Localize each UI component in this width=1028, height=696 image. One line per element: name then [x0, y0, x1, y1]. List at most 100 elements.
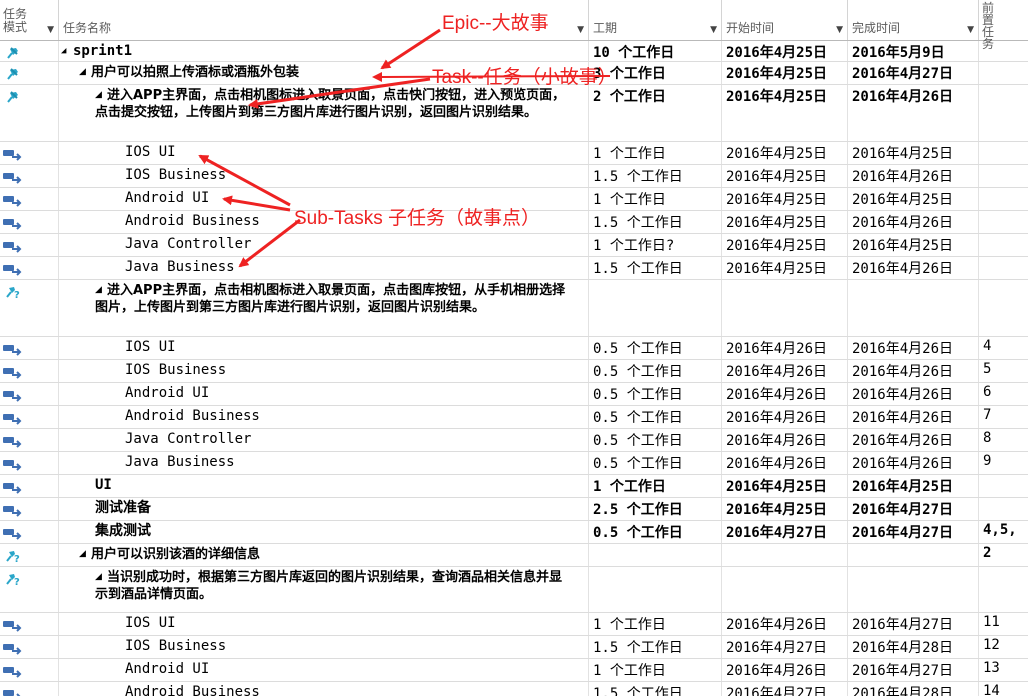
- duration-cell[interactable]: 1.5 个工作日: [589, 682, 722, 696]
- predecessors-cell[interactable]: [979, 41, 1028, 61]
- task-mode-cell[interactable]: [0, 452, 59, 474]
- start-date-cell[interactable]: 2016年4月26日: [722, 659, 848, 681]
- start-date-cell[interactable]: 2016年4月25日: [722, 142, 848, 164]
- task-mode-cell[interactable]: [0, 62, 59, 84]
- dropdown-arrow-icon[interactable]: ▼: [836, 25, 843, 35]
- duration-cell[interactable]: 0.5 个工作日: [589, 383, 722, 405]
- task-name-cell[interactable]: Java Business: [59, 452, 589, 474]
- task-mode-cell[interactable]: [0, 613, 59, 635]
- predecessors-cell[interactable]: [979, 234, 1028, 256]
- task-name-cell[interactable]: ◢ sprint1: [59, 41, 589, 61]
- start-date-cell[interactable]: 2016年4月27日: [722, 521, 848, 543]
- duration-cell[interactable]: 10 个工作日: [589, 41, 722, 61]
- predecessors-cell[interactable]: [979, 280, 1028, 336]
- duration-cell[interactable]: 1 个工作日: [589, 659, 722, 681]
- task-name-cell[interactable]: Android UI: [59, 659, 589, 681]
- predecessors-cell[interactable]: 4: [979, 337, 1028, 359]
- task-name-cell[interactable]: Android Business: [59, 406, 589, 428]
- finish-date-cell[interactable]: 2016年4月26日: [848, 383, 979, 405]
- task-name-cell[interactable]: IOS UI: [59, 142, 589, 164]
- task-mode-cell[interactable]: [0, 475, 59, 497]
- predecessors-cell[interactable]: 7: [979, 406, 1028, 428]
- predecessors-cell[interactable]: 6: [979, 383, 1028, 405]
- duration-cell[interactable]: 1.5 个工作日: [589, 257, 722, 279]
- task-row[interactable]: Android Business 1.5 个工作日 2016年4月27日 2016年4…: [0, 682, 1028, 696]
- predecessors-cell[interactable]: [979, 85, 1028, 141]
- predecessors-cell[interactable]: [979, 567, 1028, 612]
- duration-cell[interactable]: [589, 544, 722, 566]
- task-mode-cell[interactable]: [0, 41, 59, 61]
- task-row[interactable]: Java Business 1.5 个工作日 2016年4月25日 2016年4月26…: [0, 257, 1028, 280]
- start-date-cell[interactable]: 2016年4月25日: [722, 188, 848, 210]
- start-date-cell[interactable]: 2016年4月26日: [722, 613, 848, 635]
- task-mode-cell[interactable]: ?: [0, 567, 59, 612]
- task-mode-cell[interactable]: ?: [0, 280, 59, 336]
- duration-cell[interactable]: 1 个工作日: [589, 475, 722, 497]
- predecessors-cell[interactable]: [979, 165, 1028, 187]
- task-mode-cell[interactable]: [0, 406, 59, 428]
- start-date-cell[interactable]: 2016年4月25日: [722, 62, 848, 84]
- predecessors-cell[interactable]: [979, 188, 1028, 210]
- task-name-cell[interactable]: IOS Business: [59, 165, 589, 187]
- task-row[interactable]: 测试准备 2.5 个工作日 2016年4月25日 2016年4月27日: [0, 498, 1028, 521]
- task-row[interactable]: ? ◢ 进入APP主界面，点击相机图标进入取景页面，点击图库按钮，从手机相册选择图片…: [0, 280, 1028, 337]
- start-date-cell[interactable]: 2016年4月25日: [722, 165, 848, 187]
- finish-date-cell[interactable]: 2016年4月26日: [848, 165, 979, 187]
- duration-cell[interactable]: 1 个工作日?: [589, 234, 722, 256]
- column-header-finish[interactable]: 完成时间 ▼: [848, 0, 979, 40]
- collapse-toggle-icon[interactable]: ◢: [95, 282, 107, 299]
- task-row[interactable]: IOS UI 1 个工作日 2016年4月25日 2016年4月25日: [0, 142, 1028, 165]
- finish-date-cell[interactable]: 2016年4月26日: [848, 429, 979, 451]
- finish-date-cell[interactable]: 2016年4月26日: [848, 85, 979, 141]
- task-name-cell[interactable]: ◢ 进入APP主界面，点击相机图标进入取景页面，点击图库按钮，从手机相册选择图片，…: [59, 280, 589, 336]
- predecessors-cell[interactable]: 8: [979, 429, 1028, 451]
- finish-date-cell[interactable]: 2016年4月26日: [848, 337, 979, 359]
- predecessors-cell[interactable]: [979, 498, 1028, 520]
- dropdown-arrow-icon[interactable]: ▼: [577, 25, 584, 35]
- dropdown-arrow-icon[interactable]: ▼: [967, 25, 974, 35]
- collapse-toggle-icon[interactable]: ◢: [95, 569, 107, 586]
- duration-cell[interactable]: [589, 567, 722, 612]
- finish-date-cell[interactable]: 2016年4月26日: [848, 211, 979, 233]
- finish-date-cell[interactable]: 2016年4月26日: [848, 452, 979, 474]
- column-header-duration[interactable]: 工期 ▼: [589, 0, 722, 40]
- task-row[interactable]: Java Controller 1 个工作日? 2016年4月25日 2016年4月2…: [0, 234, 1028, 257]
- duration-cell[interactable]: 1.5 个工作日: [589, 165, 722, 187]
- finish-date-cell[interactable]: 2016年4月27日: [848, 62, 979, 84]
- task-mode-cell[interactable]: [0, 211, 59, 233]
- task-name-cell[interactable]: 测试准备: [59, 498, 589, 520]
- finish-date-cell[interactable]: 2016年4月25日: [848, 142, 979, 164]
- start-date-cell[interactable]: 2016年4月26日: [722, 406, 848, 428]
- task-name-cell[interactable]: ◢ 当识别成功时，根据第三方图片库返回的图片识别结果，查询酒品相关信息并显示到酒品…: [59, 567, 589, 612]
- task-row[interactable]: IOS UI 0.5 个工作日 2016年4月26日 2016年4月26日 4: [0, 337, 1028, 360]
- start-date-cell[interactable]: [722, 544, 848, 566]
- finish-date-cell[interactable]: 2016年4月26日: [848, 257, 979, 279]
- start-date-cell[interactable]: 2016年4月26日: [722, 337, 848, 359]
- task-mode-cell[interactable]: [0, 337, 59, 359]
- duration-cell[interactable]: 0.5 个工作日: [589, 406, 722, 428]
- task-row[interactable]: 集成测试 0.5 个工作日 2016年4月27日 2016年4月27日 4,5,: [0, 521, 1028, 544]
- task-row[interactable]: IOS UI 1 个工作日 2016年4月26日 2016年4月27日 11: [0, 613, 1028, 636]
- task-row[interactable]: ? ◢ 当识别成功时，根据第三方图片库返回的图片识别结果，查询酒品相关信息并显示到酒…: [0, 567, 1028, 613]
- start-date-cell[interactable]: [722, 567, 848, 612]
- task-name-cell[interactable]: Java Controller: [59, 234, 589, 256]
- task-mode-cell[interactable]: [0, 165, 59, 187]
- task-name-cell[interactable]: IOS Business: [59, 360, 589, 382]
- predecessors-cell[interactable]: [979, 142, 1028, 164]
- task-mode-cell[interactable]: [0, 636, 59, 658]
- finish-date-cell[interactable]: [848, 280, 979, 336]
- task-row[interactable]: ◢ sprint1 10 个工作日 2016年4月25日 2016年5月9日: [0, 41, 1028, 62]
- finish-date-cell[interactable]: 2016年4月25日: [848, 234, 979, 256]
- finish-date-cell[interactable]: [848, 567, 979, 612]
- duration-cell[interactable]: 2.5 个工作日: [589, 498, 722, 520]
- task-row[interactable]: ◢ 进入APP主界面，点击相机图标进入取景页面，点击快门按钮，进入预览页面，点击提…: [0, 85, 1028, 142]
- start-date-cell[interactable]: 2016年4月27日: [722, 636, 848, 658]
- task-name-cell[interactable]: IOS UI: [59, 337, 589, 359]
- start-date-cell[interactable]: 2016年4月25日: [722, 257, 848, 279]
- task-mode-cell[interactable]: [0, 234, 59, 256]
- finish-date-cell[interactable]: 2016年4月27日: [848, 613, 979, 635]
- task-name-cell[interactable]: 集成测试: [59, 521, 589, 543]
- finish-date-cell[interactable]: 2016年4月27日: [848, 659, 979, 681]
- duration-cell[interactable]: 2 个工作日: [589, 85, 722, 141]
- task-name-cell[interactable]: UI: [59, 475, 589, 497]
